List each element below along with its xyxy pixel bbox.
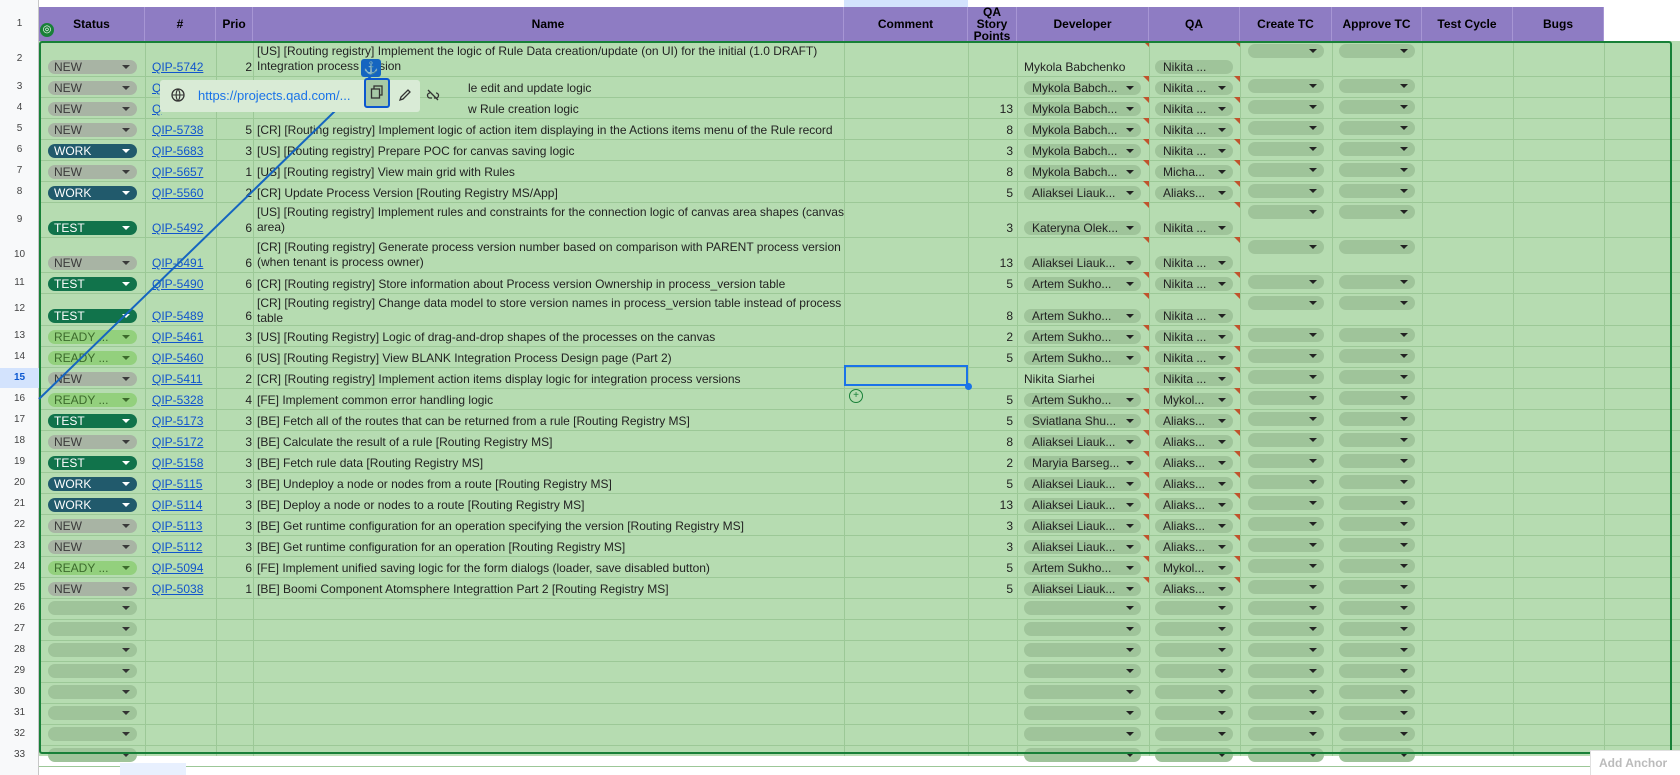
anchor-icon[interactable]: ⚓ [361,59,381,77]
link-preview-popup: https://projects.qad.com/... [160,78,440,112]
remove-link-button[interactable] [425,88,441,104]
sheet-tab-strip[interactable] [120,763,186,775]
globe-icon [170,88,186,104]
link-url[interactable]: https://projects.qad.com/... [198,88,350,103]
copy-link-button[interactable] [364,78,390,108]
edit-link-button[interactable] [397,88,413,104]
anchor-connector-line [38,75,372,400]
anchor-target-icon[interactable]: + [849,389,863,403]
add-anchor-button[interactable]: Add Anchor [1590,750,1680,775]
copy-icon [369,85,385,101]
spreadsheet: 1 2 3 4 5 6 7 8 9 10 11 12 13 14 15 16 17 18 19 20 21 22 23 24 2… [0,0,1680,775]
